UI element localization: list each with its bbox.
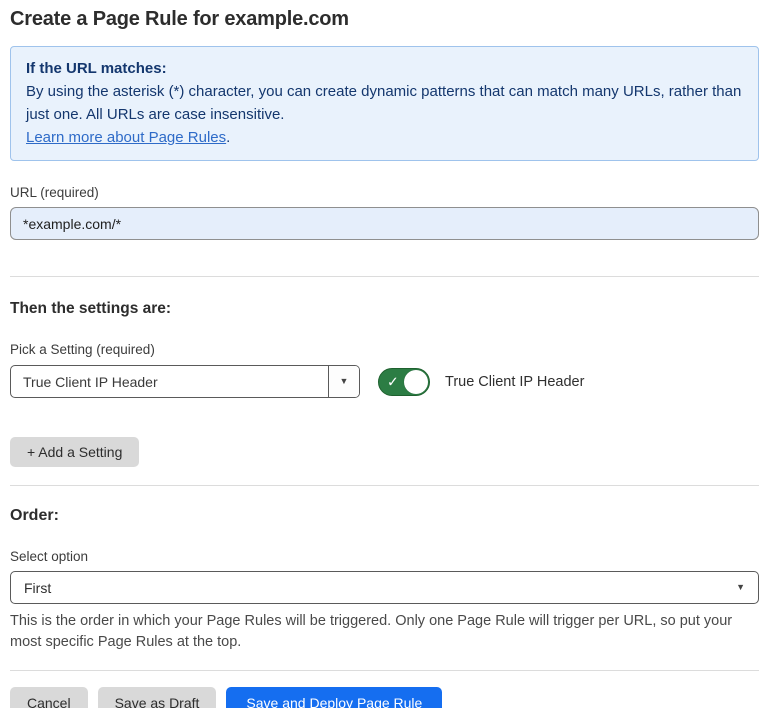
order-select-label: Select option [10,549,759,564]
toggle-label: True Client IP Header [445,374,584,390]
setting-toggle[interactable]: ✓ [378,368,430,396]
check-icon: ✓ [387,374,399,388]
dropdown-arrow-button[interactable]: ▼ [328,366,359,397]
link-suffix: . [226,129,230,146]
divider [10,670,759,671]
setting-picker-label: Pick a Setting (required) [10,342,759,357]
order-select[interactable]: First ▼ [10,571,759,604]
settings-heading: Then the settings are: [10,300,759,318]
page-rule-form: Create a Page Rule for example.com If th… [0,0,769,708]
divider [10,485,759,486]
setting-dropdown[interactable]: True Client IP Header ▼ [10,365,360,398]
order-select-value: First [24,580,51,596]
setting-dropdown-value: True Client IP Header [11,366,328,397]
footer-actions: Cancel Save as Draft Save and Deploy Pag… [10,687,759,708]
save-deploy-button[interactable]: Save and Deploy Page Rule [226,687,442,708]
url-input[interactable] [10,207,759,240]
url-field-label: URL (required) [10,185,759,200]
order-help-text: This is the order in which your Page Rul… [10,611,752,653]
info-box-body: By using the asterisk (*) character, you… [26,80,743,149]
cancel-button[interactable]: Cancel [10,687,88,708]
order-heading: Order: [10,507,759,525]
page-title: Create a Page Rule for example.com [10,8,759,31]
setting-row: True Client IP Header ▼ ✓ True Client IP… [10,365,759,398]
page-rules-link[interactable]: Learn more about Page Rules [26,129,226,146]
info-box-body-text: By using the asterisk (*) character, you… [26,83,741,123]
chevron-down-icon: ▼ [736,583,745,592]
url-match-info-box: If the URL matches: By using the asteris… [10,46,759,161]
toggle-knob[interactable] [404,370,428,394]
divider [10,276,759,277]
info-box-heading: If the URL matches: [26,57,743,80]
save-draft-button[interactable]: Save as Draft [98,687,217,708]
chevron-down-icon: ▼ [340,377,349,386]
add-setting-button[interactable]: + Add a Setting [10,437,139,467]
